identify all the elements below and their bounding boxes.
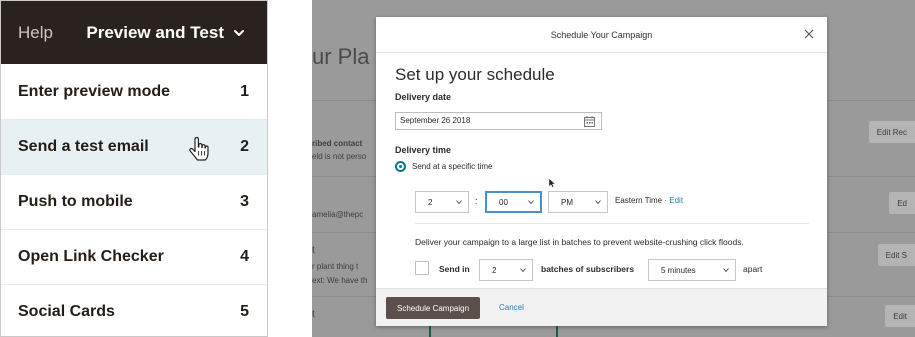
minute-select[interactable]: 00 <box>485 191 542 213</box>
menu-item-push-to-mobile[interactable]: Push to mobile 3 <box>1 174 267 229</box>
minute-value: 00 <box>499 197 508 207</box>
row-text: eld is not perso <box>312 152 367 161</box>
row-text: t <box>312 245 315 256</box>
preview-and-test-label: Preview and Test <box>86 22 224 42</box>
schedule-campaign-modal: Schedule Your Campaign Set up your sched… <box>376 17 827 326</box>
delivery-time-label: Delivery time <box>395 145 452 155</box>
modal-footer: Schedule Campaign Cancel <box>376 288 827 326</box>
timezone-text: Eastern Time · Edit <box>615 196 683 205</box>
menu-item-label: Enter preview mode <box>18 82 171 100</box>
schedule-campaign-button[interactable]: Schedule Campaign <box>386 297 481 319</box>
batches-label: batches of subscribers <box>541 264 635 274</box>
menu-header: Help Preview and Test <box>1 1 267 64</box>
send-specific-time-radio-row[interactable]: Send at a specific time <box>395 161 492 172</box>
hour-value: 2 <box>428 197 433 207</box>
ampm-select[interactable]: PM <box>548 191 608 213</box>
chevron-down-icon <box>234 29 244 36</box>
menu-item-number: 1 <box>240 82 249 100</box>
menu-list: Enter preview mode 1 Send a test email 2… <box>1 64 267 336</box>
caret-down-icon <box>528 200 534 204</box>
send-specific-time-radio[interactable] <box>395 161 406 172</box>
edit-subject-button[interactable]: Edit S <box>877 244 915 266</box>
batch-interval-select[interactable]: 5 minutes <box>648 259 736 281</box>
menu-item-send-test-email[interactable]: Send a test email 2 <box>1 119 267 174</box>
edit-recipients-button[interactable]: Edit Rec <box>868 121 915 143</box>
modal-body: Set up your schedule Delivery date Septe… <box>395 65 809 285</box>
hand-pointer-icon <box>189 136 209 161</box>
batch-count-value: 2 <box>492 265 497 275</box>
menu-item-social-cards[interactable]: Social Cards 5 <box>1 284 267 336</box>
menu-item-label: Send a test email <box>18 138 149 155</box>
campaign-plan-heading: ur Pla <box>312 44 370 69</box>
close-icon[interactable] <box>803 28 815 40</box>
row-text: ribed contact <box>312 139 363 148</box>
calendar-icon[interactable] <box>584 116 595 127</box>
modal-header-title: Schedule Your Campaign <box>550 29 653 40</box>
batch-send-checkbox[interactable] <box>415 261 429 275</box>
apart-label: apart <box>743 264 763 274</box>
timezone-edit-link[interactable]: Edit <box>669 196 683 205</box>
send-in-label: Send in <box>439 264 470 274</box>
timezone-label: Eastern Time · <box>615 196 670 205</box>
interval-value: 5 minutes <box>661 265 696 275</box>
radio-label: Send at a specific time <box>412 162 493 171</box>
edit-content-button[interactable]: Edit <box>885 305 915 327</box>
caret-down-icon <box>723 268 729 272</box>
arrow-cursor-icon <box>548 178 556 188</box>
preview-and-test-dropdown[interactable]: Preview and Test <box>86 23 245 43</box>
edit-from-button[interactable]: Ed <box>889 192 915 214</box>
section-divider <box>415 223 809 224</box>
menu-item-number: 2 <box>240 138 249 155</box>
menu-item-enter-preview-mode[interactable]: Enter preview mode 1 <box>1 64 267 119</box>
modal-header: Schedule Your Campaign <box>376 17 827 53</box>
menu-item-number: 4 <box>240 248 249 265</box>
help-menu-button[interactable]: Help <box>18 23 53 43</box>
menu-item-label: Open Link Checker <box>18 248 164 265</box>
time-separator: : <box>475 196 478 206</box>
ampm-value: PM <box>561 197 573 207</box>
schedule-title: Set up your schedule <box>395 65 555 84</box>
row-text: ext: We have th <box>312 276 368 285</box>
batch-count-select[interactable]: 2 <box>479 259 533 281</box>
menu-item-number: 5 <box>240 303 249 320</box>
menu-item-open-link-checker[interactable]: Open Link Checker 4 <box>1 229 267 284</box>
hour-select[interactable]: 2 <box>415 191 469 213</box>
menu-item-number: 3 <box>240 193 249 210</box>
cancel-button[interactable]: Cancel <box>499 303 524 312</box>
delivery-date-input[interactable]: September 26 2018 <box>395 112 602 130</box>
caret-down-icon <box>520 268 526 272</box>
menu-item-label: Push to mobile <box>18 193 133 210</box>
row-text: r plant thing t <box>312 262 359 271</box>
caret-down-icon <box>456 200 462 204</box>
caret-down-icon <box>595 200 601 204</box>
row-text: amelia@thepc <box>312 210 364 219</box>
row-text: t <box>312 309 315 320</box>
menu-item-label: Social Cards <box>18 303 115 320</box>
preview-and-test-menu: Help Preview and Test Enter preview mode… <box>0 0 268 337</box>
batch-description: Deliver your campaign to a large list in… <box>415 237 744 247</box>
date-value: September 26 2018 <box>400 116 471 125</box>
delivery-date-label: Delivery date <box>395 92 452 102</box>
